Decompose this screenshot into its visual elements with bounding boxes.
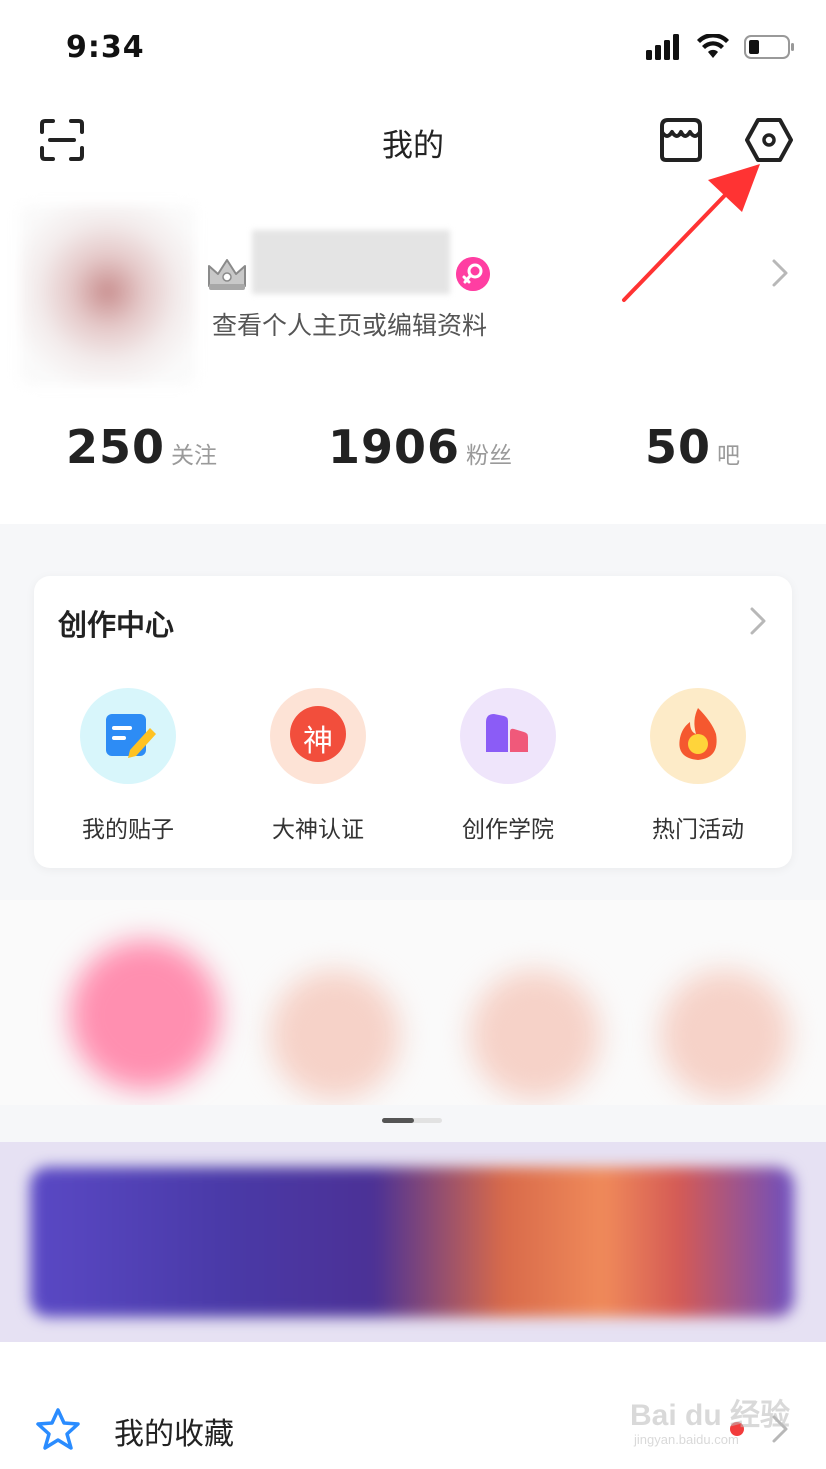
wifi-icon: [697, 34, 729, 58]
status-icons: [646, 34, 796, 60]
avatar[interactable]: [20, 205, 195, 385]
notification-dot: [730, 1422, 744, 1436]
chevron-right-icon[interactable]: [770, 1414, 790, 1444]
crown-icon: [208, 259, 246, 290]
card-title: 创作中心: [58, 608, 175, 642]
battery-icon: [744, 35, 794, 59]
tool-label: 创作学院: [462, 817, 554, 843]
stats-row: 250 关注 1906 粉丝 50 吧: [0, 420, 826, 500]
promo-banner[interactable]: [30, 1167, 794, 1317]
shop-icon[interactable]: [656, 116, 706, 164]
tool-hot-events[interactable]: 热门活动: [618, 688, 778, 848]
settings-icon[interactable]: [744, 116, 794, 164]
menu-list: 我的收藏: [0, 1342, 826, 1469]
stat-label: 关注: [171, 443, 218, 469]
stat-label: 吧: [717, 443, 741, 469]
tool-icon-bg: [650, 688, 746, 784]
page-indicator: [382, 1118, 442, 1123]
blurred-item: [270, 970, 400, 1100]
edit-note-icon: [106, 714, 156, 758]
tool-icon-bg: [460, 688, 556, 784]
tool-creator-academy[interactable]: 创作学院: [428, 688, 588, 848]
status-time: 9:34: [66, 30, 145, 65]
status-bar: 9:34: [0, 0, 826, 95]
fire-icon: [679, 708, 717, 760]
star-icon: [36, 1408, 80, 1450]
stat-value: 50: [645, 420, 712, 474]
stat-following[interactable]: 250 关注: [66, 420, 217, 474]
tool-icon-bg: 神: [270, 688, 366, 784]
tool-label: 我的贴子: [82, 817, 174, 843]
tool-icon-bg: [80, 688, 176, 784]
chevron-right-icon[interactable]: [770, 258, 790, 288]
chevron-right-icon[interactable]: [748, 606, 768, 636]
profile-row[interactable]: 查看个人主页或编辑资料: [0, 200, 826, 390]
female-icon: [456, 257, 490, 291]
profile-subtitle[interactable]: 查看个人主页或编辑资料: [212, 306, 487, 342]
stat-bars[interactable]: 50 吧: [645, 420, 740, 474]
stat-value: 250: [66, 420, 166, 474]
cellular-signal-icon: [646, 34, 679, 60]
tool-label: 大神认证: [272, 817, 364, 843]
creation-center-card: 创作中心 我的贴子 神 大神认证 创作学院 热门活动: [34, 576, 792, 868]
tool-expert-certification[interactable]: 神 大神认证: [238, 688, 398, 848]
list-item-label: 我的收藏: [114, 1417, 234, 1452]
page-indicator-active: [382, 1118, 414, 1123]
blurred-item: [660, 970, 790, 1100]
academy-chart-icon: [486, 714, 528, 752]
username-blurred: [252, 230, 450, 294]
tool-label: 热门活动: [652, 817, 744, 843]
blurred-item: [70, 940, 220, 1090]
shen-badge-text: 神: [303, 724, 333, 759]
blurred-item: [470, 970, 600, 1100]
banner-area: [0, 1142, 826, 1342]
stat-fans[interactable]: 1906 粉丝: [328, 420, 512, 474]
stat-value: 1906: [328, 420, 461, 474]
screen: 9:34 我的 查看个人主页或编辑资料 250 关注 1906 粉丝 50 吧 …: [0, 0, 826, 1469]
stat-label: 粉丝: [466, 443, 513, 469]
nav-bar: 我的: [0, 100, 826, 180]
blurred-recommendations: [0, 900, 826, 1105]
tool-my-posts[interactable]: 我的贴子: [48, 688, 208, 848]
list-item-favorites[interactable]: 我的收藏: [0, 1382, 826, 1462]
